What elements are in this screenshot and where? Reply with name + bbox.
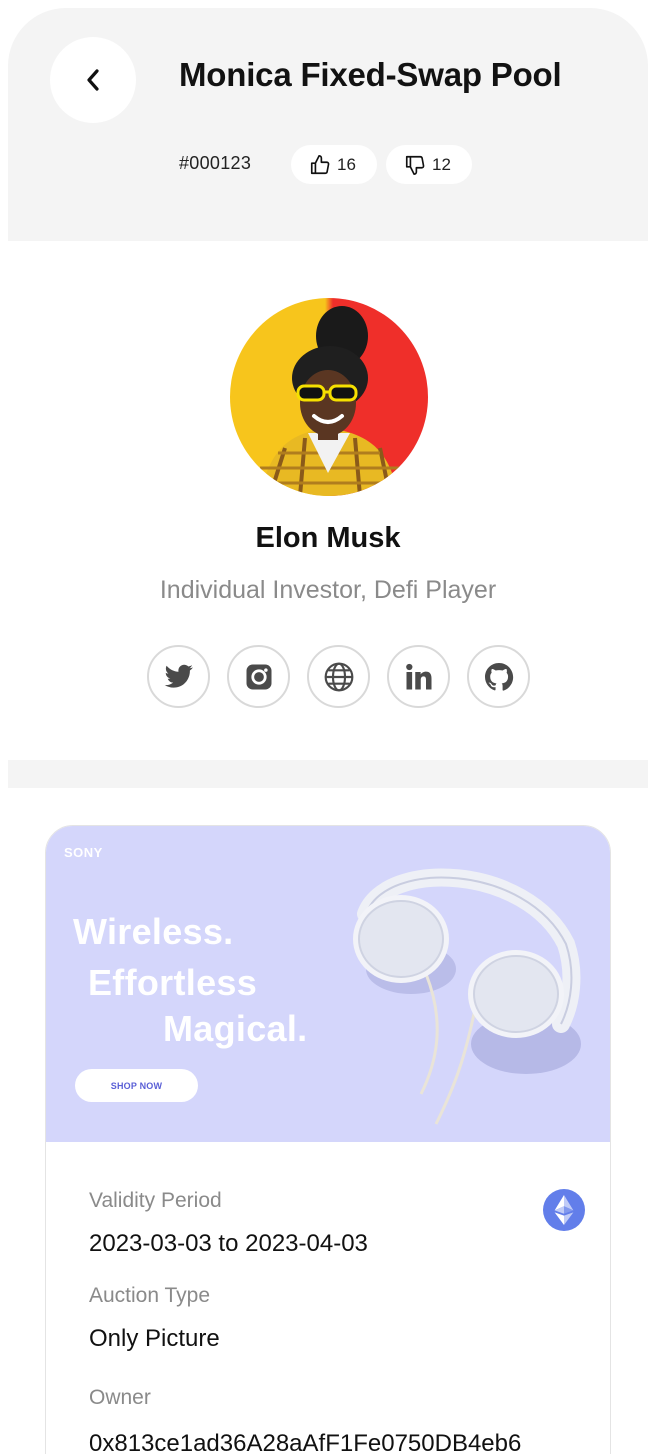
- banner-headline-1: Wireless.: [73, 911, 234, 952]
- owner-address[interactable]: 0x813ce1ad36A28aAfF1Fe0750DB4eb6: [89, 1430, 521, 1454]
- profile-role: Individual Investor, Defi Player: [159, 576, 497, 604]
- pool-header: Monica Fixed-Swap Pool #000123 16 12: [8, 8, 648, 241]
- banner-headline-3: Magical.: [163, 1008, 308, 1049]
- like-button[interactable]: 16: [291, 145, 377, 184]
- twitter-link[interactable]: [147, 645, 210, 708]
- thumbs-up-icon: [310, 154, 330, 174]
- social-links: [147, 645, 530, 708]
- dislike-count: 12: [432, 154, 451, 174]
- instagram-icon: [246, 664, 271, 689]
- validity-value: 2023-03-03 to 2023-04-03: [89, 1230, 368, 1257]
- chevron-left-icon: [87, 69, 99, 91]
- back-button[interactable]: [50, 37, 136, 123]
- pool-card[interactable]: SONY Wireless. Effortless Magical. SHOP …: [45, 825, 611, 1454]
- globe-icon: [324, 662, 353, 691]
- auction-type-value: Only Picture: [89, 1325, 220, 1352]
- owner-label: Owner: [89, 1386, 151, 1409]
- github-icon: [484, 662, 513, 691]
- linkedin-link[interactable]: [387, 645, 450, 708]
- section-divider: [8, 760, 648, 788]
- page-title: Monica Fixed-Swap Pool: [179, 56, 562, 93]
- github-link[interactable]: [467, 645, 530, 708]
- instagram-link[interactable]: [227, 645, 290, 708]
- pool-id: #000123: [179, 153, 252, 173]
- avatar-image: [230, 298, 428, 496]
- avatar: [230, 298, 428, 496]
- banner-headline-2: Effortless: [88, 962, 258, 1003]
- pool-banner-image: SONY Wireless. Effortless Magical. SHOP …: [46, 826, 610, 1142]
- linkedin-icon: [405, 663, 431, 689]
- profile-name: Elon Musk: [255, 522, 401, 554]
- twitter-icon: [164, 664, 193, 688]
- auction-type-label: Auction Type: [89, 1284, 211, 1307]
- shop-now-button: SHOP NOW: [75, 1069, 198, 1102]
- banner-brand: SONY: [64, 845, 103, 860]
- website-link[interactable]: [307, 645, 370, 708]
- validity-label: Validity Period: [89, 1189, 222, 1212]
- thumbs-down-icon: [405, 155, 425, 175]
- ethereum-icon: [543, 1189, 585, 1231]
- dislike-button[interactable]: 12: [386, 145, 472, 184]
- like-count: 16: [337, 154, 356, 174]
- headphones-image: [353, 868, 581, 1125]
